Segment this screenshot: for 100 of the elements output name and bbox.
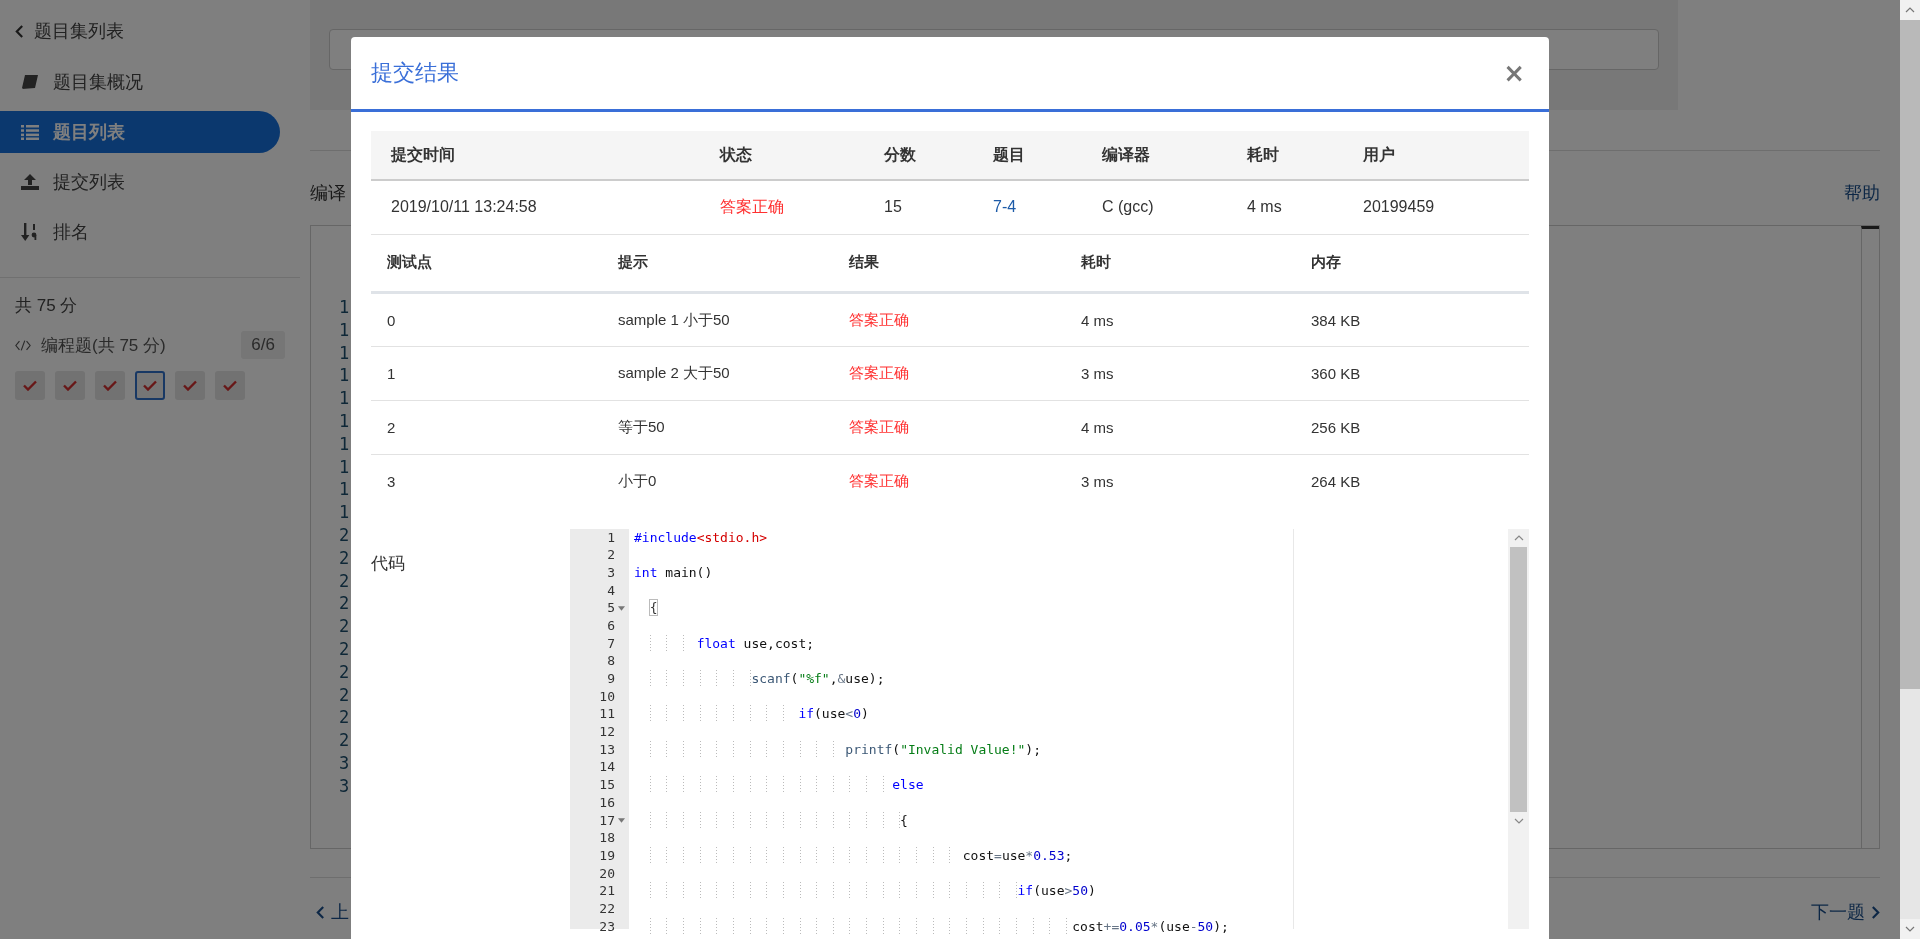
line-number: 3 bbox=[339, 774, 350, 798]
nav-item[interactable]: 排名 bbox=[0, 211, 280, 253]
table-cell: 4 ms bbox=[1247, 198, 1282, 216]
line-number: 2 bbox=[339, 569, 350, 593]
problem-button[interactable] bbox=[175, 371, 205, 400]
table-cell: 3 ms bbox=[1081, 473, 1114, 491]
table-cell: 答案正确 bbox=[849, 364, 909, 381]
table-cell: 3 bbox=[387, 473, 396, 491]
problem-link[interactable]: 7-4 bbox=[993, 198, 1017, 216]
problem-button[interactable] bbox=[55, 371, 85, 400]
line-number: 2 bbox=[607, 546, 615, 564]
column-header: 提交时间 bbox=[391, 145, 455, 163]
column-header: 题目 bbox=[993, 145, 1025, 163]
code-line: float use,cost; bbox=[634, 635, 815, 651]
chevron-left-icon bbox=[15, 24, 24, 38]
column-header: 状态 bbox=[720, 145, 752, 163]
line-number: 8 bbox=[607, 652, 615, 670]
table-cell: 3 ms bbox=[1081, 365, 1114, 382]
line-number: 18 bbox=[599, 829, 615, 847]
line-number: 21 bbox=[599, 882, 615, 900]
fold-arrow-icon[interactable] bbox=[618, 817, 625, 823]
nav-item[interactable]: 题目集概况 bbox=[0, 61, 280, 103]
column-header: 测试点 bbox=[387, 253, 432, 271]
table-cell: 15 bbox=[884, 198, 902, 216]
line-number: 17 bbox=[599, 811, 615, 830]
check-icon bbox=[223, 380, 237, 391]
line-number: 7 bbox=[607, 634, 615, 653]
problem-button[interactable] bbox=[15, 371, 45, 400]
table-cell: sample 2 大于50 bbox=[618, 364, 730, 381]
scroll-up-icon[interactable] bbox=[1513, 534, 1524, 541]
column-header: 用户 bbox=[1363, 145, 1395, 163]
column-header: 编译器 bbox=[1102, 145, 1150, 163]
total-score: 共 75 分 bbox=[15, 295, 79, 317]
column-header: 提示 bbox=[618, 253, 648, 271]
table-cell: sample 1 小于50 bbox=[618, 310, 730, 328]
code-line: int main() bbox=[634, 564, 713, 580]
sort-icon bbox=[21, 223, 39, 241]
count-badge: 6/6 bbox=[241, 331, 285, 359]
check-icon bbox=[23, 380, 37, 391]
next-link[interactable]: 下一题 bbox=[1811, 900, 1880, 924]
table-cell: 等于50 bbox=[618, 418, 665, 435]
table-cell: 264 KB bbox=[1311, 473, 1361, 491]
problem-button[interactable] bbox=[135, 371, 165, 400]
line-number: 10 bbox=[599, 687, 615, 706]
prev-link[interactable]: 上 bbox=[316, 900, 349, 924]
table-cell: 小于0 bbox=[618, 472, 657, 490]
table-cell: 1 bbox=[387, 365, 396, 382]
table-cell: 2019/10/11 13:24:58 bbox=[391, 198, 537, 216]
line-number: 1 bbox=[339, 387, 350, 410]
scroll-down-icon[interactable] bbox=[1905, 926, 1915, 932]
table-cell: 0 bbox=[387, 311, 396, 329]
line-number: 14 bbox=[599, 758, 615, 777]
line-number: 11 bbox=[599, 705, 615, 724]
nav-item[interactable]: 提交列表 bbox=[0, 161, 280, 203]
table-cell: 答案正确 bbox=[849, 472, 909, 490]
line-number: 1 bbox=[339, 364, 350, 388]
code-line: #include<stdio.h> bbox=[634, 529, 768, 545]
line-number: 16 bbox=[599, 793, 615, 812]
line-number: 1 bbox=[339, 478, 350, 502]
line-number: 4 bbox=[607, 581, 615, 600]
line-number: 12 bbox=[599, 723, 615, 741]
close-button[interactable]: × bbox=[1499, 58, 1529, 88]
problem-button[interactable] bbox=[215, 371, 245, 400]
nav-item[interactable]: 题目列表 bbox=[0, 111, 280, 153]
table-cell: 20199459 bbox=[1363, 198, 1435, 216]
problem-button[interactable] bbox=[95, 371, 125, 400]
line-number: 2 bbox=[339, 729, 350, 752]
line-number: 1 bbox=[339, 296, 350, 319]
chevron-right-icon bbox=[1871, 905, 1880, 919]
line-number: 3 bbox=[607, 563, 615, 582]
line-number: 5 bbox=[607, 599, 615, 617]
check-icon bbox=[63, 380, 77, 391]
help-link[interactable]: 帮助 bbox=[1844, 181, 1880, 205]
line-number: 1 bbox=[339, 432, 350, 456]
line-number: 19 bbox=[599, 846, 615, 865]
list-icon bbox=[21, 124, 39, 140]
line-number: 2 bbox=[339, 683, 350, 707]
line-number: 2 bbox=[339, 546, 350, 570]
table-cell: 256 KB bbox=[1311, 419, 1361, 436]
table-cell: 答案正确 bbox=[849, 418, 909, 435]
scrollbar-thumb[interactable] bbox=[1510, 546, 1527, 812]
check-icon bbox=[143, 380, 157, 391]
table-cell: 答案正确 bbox=[849, 310, 909, 328]
line-number: 2 bbox=[339, 706, 350, 730]
line-number: 1 bbox=[607, 528, 615, 547]
scroll-down-icon[interactable] bbox=[1513, 817, 1524, 824]
table-cell: 384 KB bbox=[1311, 311, 1361, 329]
back-link[interactable]: 题目集列表 bbox=[34, 19, 124, 43]
column-header: 内存 bbox=[1311, 253, 1341, 271]
line-number: 1 bbox=[339, 318, 350, 342]
line-number: 3 bbox=[339, 751, 350, 775]
book-icon bbox=[21, 74, 39, 90]
line-number: 2 bbox=[339, 660, 350, 684]
scroll-up-icon[interactable] bbox=[1905, 7, 1915, 13]
line-number: 23 bbox=[599, 917, 615, 936]
fold-arrow-icon[interactable] bbox=[618, 605, 625, 611]
table-cell: 答案正确 bbox=[720, 197, 784, 215]
scrollbar-thumb[interactable] bbox=[1900, 20, 1920, 689]
table-cell: 4 ms bbox=[1081, 311, 1114, 329]
compiler-label: 编译 bbox=[310, 182, 346, 205]
